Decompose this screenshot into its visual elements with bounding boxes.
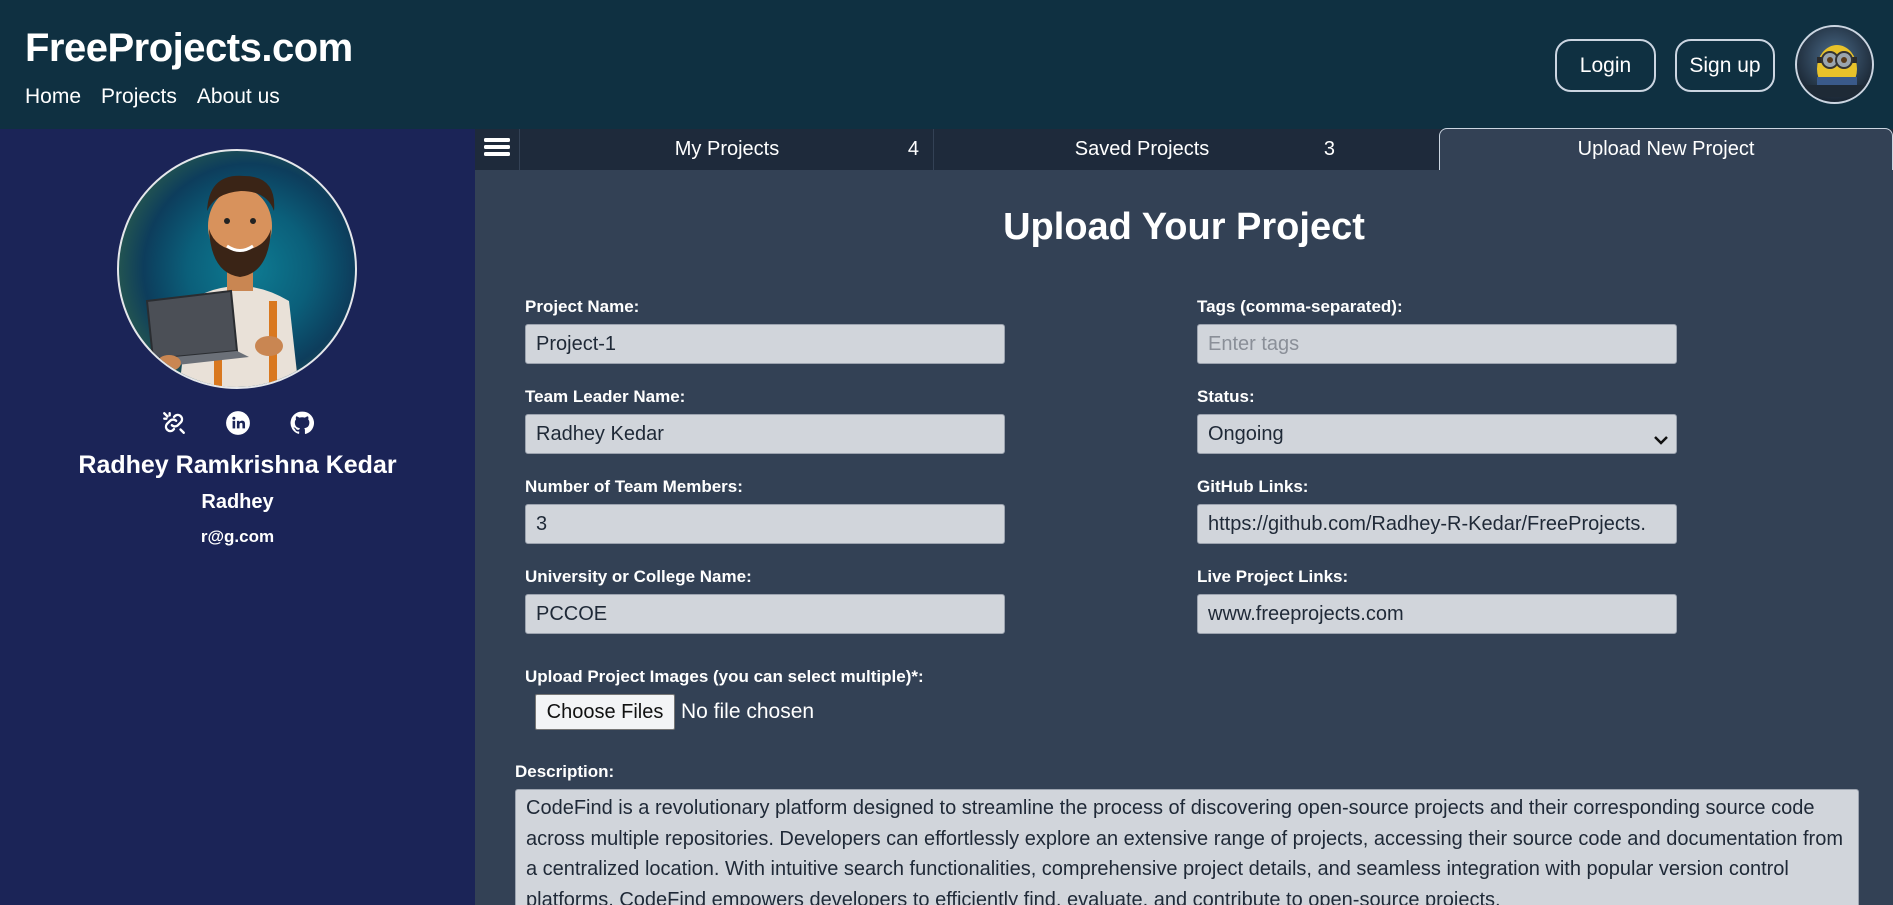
profile-picture: [117, 149, 357, 389]
tab-saved-projects[interactable]: Saved Projects 3: [935, 129, 1349, 170]
nav-home-link[interactable]: Home: [25, 85, 81, 109]
status-label: Status:: [1197, 387, 1255, 406]
team-leader-input[interactable]: Radhey Kedar: [525, 414, 1005, 454]
signup-button[interactable]: Sign up: [1675, 39, 1775, 92]
file-status-text: No file chosen: [681, 700, 815, 723]
live-links-label: Live Project Links:: [1197, 567, 1349, 586]
project-name-input[interactable]: Project-1: [525, 324, 1005, 364]
live-links-input[interactable]: www.freeprojects.com: [1197, 594, 1677, 634]
nav-projects-link[interactable]: Projects: [101, 85, 177, 109]
tab-count: 3: [1323, 138, 1335, 160]
description-label: Description:: [515, 762, 615, 781]
page-title: Upload Your Project: [1003, 206, 1365, 248]
top-navbar: FreeProjects.com Home Projects About us …: [0, 0, 1893, 129]
link-icon[interactable]: [160, 409, 188, 437]
team-members-input[interactable]: 3: [525, 504, 1005, 544]
login-button[interactable]: Login: [1555, 39, 1656, 92]
description-textarea[interactable]: CodeFind is a revolutionary platform des…: [515, 789, 1859, 905]
menu-toggle-button[interactable]: [475, 129, 520, 170]
tab-upload-new-project[interactable]: Upload New Project: [1439, 128, 1893, 170]
profile-email: r@g.com: [200, 527, 275, 546]
chevron-down-icon: [1654, 428, 1668, 451]
social-links: [0, 409, 475, 437]
user-avatar[interactable]: [1795, 25, 1874, 104]
team-leader-label: Team Leader Name:: [525, 387, 686, 406]
university-label: University or College Name:: [525, 567, 752, 586]
images-label: Upload Project Images (you can select mu…: [525, 667, 924, 686]
status-select[interactable]: Ongoing: [1197, 414, 1677, 454]
team-members-label: Number of Team Members:: [525, 477, 743, 496]
project-tabs: My Projects 4 Saved Projects 3 Upload Ne…: [475, 128, 1893, 170]
tags-input[interactable]: Enter tags: [1197, 324, 1677, 364]
profile-name: Radhey Ramkrishna Kedar: [78, 451, 397, 479]
linkedin-icon[interactable]: [224, 409, 252, 437]
main-nav: Home Projects About us: [25, 85, 280, 109]
nav-about-link[interactable]: About us: [197, 85, 280, 109]
status-selected-value: Ongoing: [1208, 422, 1284, 445]
tab-count: 4: [907, 138, 919, 160]
tab-label: Upload New Project: [1577, 138, 1755, 160]
tags-label: Tags (comma-separated):: [1197, 297, 1403, 316]
profile-sidebar: Radhey Ramkrishna Kedar Radhey r@g.com: [0, 129, 475, 905]
github-links-label: GitHub Links:: [1197, 477, 1309, 496]
github-icon[interactable]: [288, 409, 316, 437]
tab-label: My Projects: [674, 138, 780, 160]
university-input[interactable]: PCCOE: [525, 594, 1005, 634]
tab-my-projects[interactable]: My Projects 4: [521, 129, 934, 170]
hamburger-icon: [484, 137, 510, 162]
brand-logo[interactable]: FreeProjects.com: [25, 26, 353, 71]
profile-username: Radhey: [201, 491, 274, 513]
github-links-input[interactable]: https://github.com/Radhey-R-Kedar/FreePr…: [1197, 504, 1677, 544]
project-name-label: Project Name:: [525, 297, 640, 316]
tab-label: Saved Projects: [1074, 138, 1210, 160]
choose-files-button[interactable]: Choose Files: [535, 694, 675, 730]
